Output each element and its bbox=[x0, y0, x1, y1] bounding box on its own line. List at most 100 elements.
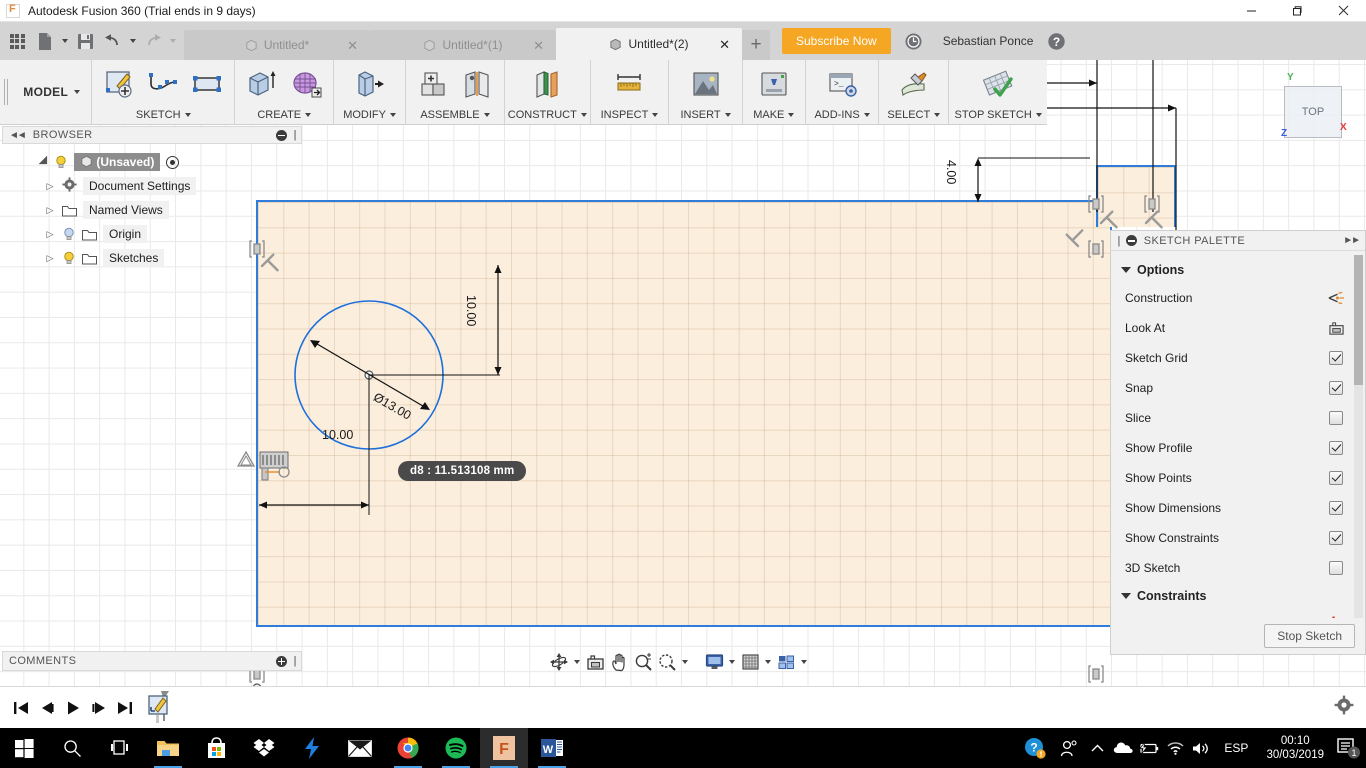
language-indicator[interactable]: ESP bbox=[1214, 741, 1258, 755]
app-grid-icon[interactable] bbox=[4, 28, 30, 54]
panel-grip-icon[interactable]: || bbox=[1117, 235, 1120, 247]
wifi-icon[interactable] bbox=[1162, 728, 1188, 768]
help-notification-icon[interactable]: ? bbox=[1018, 728, 1052, 768]
redo-caret-icon[interactable] bbox=[168, 28, 178, 54]
insert-image-button[interactable] bbox=[687, 65, 725, 103]
expand-panel-icon[interactable]: ►► bbox=[1343, 235, 1361, 246]
palette-scrollbar[interactable] bbox=[1354, 255, 1363, 618]
close-button[interactable] bbox=[1320, 0, 1366, 22]
palette-row-snap[interactable]: Snap bbox=[1111, 373, 1365, 403]
diameter-dimension-label[interactable]: Ø13.00 bbox=[371, 390, 414, 423]
palette-row-show-profile[interactable]: Show Profile bbox=[1111, 433, 1365, 463]
look-at-icon[interactable] bbox=[584, 650, 606, 674]
orbit-icon[interactable] bbox=[548, 650, 570, 674]
ribbon-group-make-label[interactable]: MAKE bbox=[743, 109, 805, 121]
zoom-icon[interactable] bbox=[632, 650, 654, 674]
ribbon-group-sketch-label[interactable]: SKETCH bbox=[92, 109, 234, 121]
ribbon-group-inspect-label[interactable]: INSPECT bbox=[591, 109, 669, 121]
ribbon-drag-handle[interactable] bbox=[0, 60, 12, 124]
tree-node-sketches-label[interactable]: Sketches bbox=[103, 249, 165, 267]
3d-print-button[interactable] bbox=[755, 65, 793, 103]
volume-icon[interactable] bbox=[1188, 728, 1214, 768]
palette-row-look-at[interactable]: Look At bbox=[1111, 313, 1365, 343]
spotify-icon[interactable] bbox=[432, 728, 480, 768]
show-constraints-checkbox[interactable] bbox=[1327, 531, 1345, 545]
minus-icon[interactable] bbox=[276, 129, 288, 141]
measure-button[interactable] bbox=[610, 65, 648, 103]
go-to-end-icon[interactable] bbox=[112, 693, 138, 723]
orbit-caret-icon[interactable] bbox=[572, 650, 582, 674]
tree-row-root[interactable]: (Unsaved) bbox=[2, 150, 302, 174]
ribbon-group-create-label[interactable]: CREATE bbox=[235, 109, 333, 121]
maximize-button[interactable] bbox=[1274, 0, 1320, 22]
file-explorer-icon[interactable] bbox=[144, 728, 192, 768]
expand-arrow-icon[interactable]: ▷ bbox=[44, 205, 56, 216]
slice-checkbox[interactable] bbox=[1327, 411, 1345, 425]
palette-row-show-constraints[interactable]: Show Constraints bbox=[1111, 523, 1365, 553]
search-icon[interactable] bbox=[48, 728, 96, 768]
expand-arrow-icon[interactable]: ▷ bbox=[44, 229, 56, 240]
offset-plane-button[interactable] bbox=[528, 65, 566, 103]
chrome-icon[interactable] bbox=[384, 728, 432, 768]
press-pull-button[interactable] bbox=[351, 65, 389, 103]
tree-row-document-settings[interactable]: ▷ Document Settings bbox=[2, 174, 302, 198]
new-file-caret-icon[interactable] bbox=[60, 28, 70, 54]
viewports-icon[interactable] bbox=[775, 650, 797, 674]
start-button[interactable] bbox=[0, 728, 48, 768]
document-tab-0-close-icon[interactable]: ✕ bbox=[347, 39, 358, 52]
construction-icon[interactable] bbox=[1327, 291, 1345, 305]
redo-icon[interactable] bbox=[140, 28, 166, 54]
coincident-constraint-icon[interactable] bbox=[1327, 616, 1345, 618]
joint-button[interactable] bbox=[458, 65, 496, 103]
new-file-icon[interactable] bbox=[32, 28, 58, 54]
microsoft-store-icon[interactable] bbox=[192, 728, 240, 768]
go-to-beginning-icon[interactable] bbox=[8, 693, 34, 723]
new-document-tab-button[interactable]: + bbox=[742, 30, 770, 60]
show-hidden-icons-icon[interactable] bbox=[1084, 728, 1110, 768]
document-tab-1[interactable]: Untitled*(1) ✕ bbox=[370, 30, 556, 60]
palette-section-options[interactable]: Options bbox=[1111, 257, 1365, 283]
task-view-icon[interactable] bbox=[96, 728, 144, 768]
create-form-button[interactable] bbox=[287, 65, 325, 103]
clock-icon[interactable] bbox=[899, 26, 929, 56]
user-name-label[interactable]: Sebastian Ponce bbox=[943, 34, 1034, 48]
minus-icon[interactable] bbox=[1125, 235, 1137, 246]
tree-node-origin-label[interactable]: Origin bbox=[103, 225, 148, 243]
expand-arrow-icon[interactable]: ▷ bbox=[44, 253, 56, 264]
palette-row-construction[interactable]: Construction bbox=[1111, 283, 1365, 313]
lightbulb-icon[interactable] bbox=[62, 251, 76, 265]
minimize-button[interactable] bbox=[1228, 0, 1274, 22]
ribbon-group-select-label[interactable]: SELECT bbox=[879, 109, 948, 121]
undo-icon[interactable] bbox=[100, 28, 126, 54]
expand-arrow-icon[interactable] bbox=[38, 155, 52, 169]
dropbox-icon[interactable] bbox=[240, 728, 288, 768]
display-settings-caret-icon[interactable] bbox=[727, 650, 737, 674]
document-tab-2-close-icon[interactable]: ✕ bbox=[719, 38, 730, 51]
look-at-icon[interactable] bbox=[1327, 321, 1345, 336]
fit-caret-icon[interactable] bbox=[680, 650, 690, 674]
palette-row-show-points[interactable]: Show Points bbox=[1111, 463, 1365, 493]
add-comment-icon[interactable] bbox=[276, 655, 288, 667]
ribbon-group-insert-label[interactable]: INSERT bbox=[669, 109, 741, 121]
component-activate-radio[interactable] bbox=[166, 155, 180, 169]
offset-dimension-label[interactable]: 4.00 bbox=[944, 160, 958, 184]
grid-settings-caret-icon[interactable] bbox=[763, 650, 773, 674]
view-cube[interactable]: TOP bbox=[1284, 86, 1342, 138]
stop-sketch-button[interactable] bbox=[979, 65, 1017, 103]
pan-icon[interactable] bbox=[608, 650, 630, 674]
ribbon-group-modify-label[interactable]: MODIFY bbox=[334, 109, 405, 121]
fit-icon[interactable] bbox=[656, 650, 678, 674]
sketch-profile-region-secondary[interactable] bbox=[1096, 165, 1176, 227]
palette-row-3d-sketch[interactable]: 3D Sketch bbox=[1111, 553, 1365, 583]
play-icon[interactable] bbox=[60, 693, 86, 723]
document-tab-2[interactable]: Untitled*(2) ✕ bbox=[556, 28, 742, 60]
palette-row-show-dimensions[interactable]: Show Dimensions bbox=[1111, 493, 1365, 523]
rectangle-button[interactable] bbox=[188, 65, 226, 103]
ribbon-group-addins-label[interactable]: ADD-INS bbox=[806, 109, 878, 121]
sketch-grid-checkbox[interactable] bbox=[1327, 351, 1345, 365]
select-tool-button[interactable] bbox=[895, 65, 933, 103]
tree-row-sketches[interactable]: ▷ Sketches bbox=[2, 246, 302, 270]
ribbon-group-construct-label[interactable]: CONSTRUCT bbox=[505, 109, 590, 121]
vertical-dimension-label[interactable]: 10.00 bbox=[464, 295, 478, 326]
subscribe-now-button[interactable]: Subscribe Now bbox=[782, 28, 891, 54]
